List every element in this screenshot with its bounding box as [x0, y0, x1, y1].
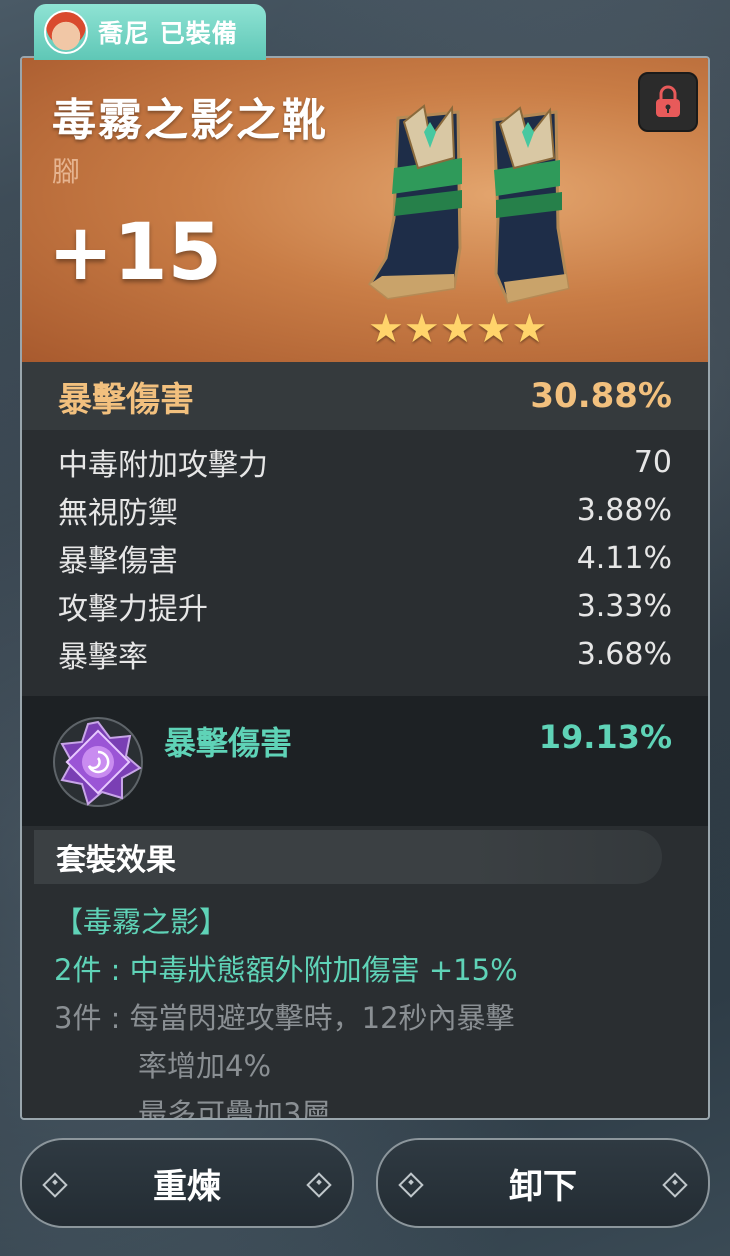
item-header: 毒霧之影之靴 腳 +15 ★ ★ ★ ★ ★ [22, 58, 708, 362]
star-icon: ★ [403, 306, 440, 352]
sub-stat-row: 暴擊率 3.68% [22, 630, 708, 678]
sub-stat-value: 70 [633, 444, 672, 480]
star-rating: ★ ★ ★ ★ ★ [368, 306, 547, 352]
diamond-icon [662, 1172, 688, 1198]
item-slot: 腳 [52, 155, 81, 188]
character-avatar [44, 10, 88, 54]
equipped-tag: 喬尼 已裝備 [34, 4, 266, 60]
sub-stat-row: 暴擊傷害 4.11% [22, 534, 708, 582]
sub-stat-label: 暴擊傷害 [58, 544, 178, 579]
equipment-detail-panel: 毒霧之影之靴 腳 +15 ★ ★ ★ ★ ★ 暴擊傷害 30.88% 中毒附加攻… [20, 56, 710, 1120]
star-icon: ★ [439, 306, 476, 352]
set-stat-value: 19.13% [538, 718, 672, 756]
sub-stat-label: 暴擊率 [58, 640, 148, 675]
star-icon: ★ [368, 306, 404, 352]
three-piece-line: 率增加4% [138, 1049, 272, 1083]
diamond-icon [306, 1172, 332, 1198]
sub-stat-value: 3.88% [576, 492, 672, 528]
sub-stat-row: 無視防禦 3.88% [22, 486, 708, 534]
set-stat-row: 暴擊傷害 19.13% [22, 696, 708, 826]
set-effect-header: 套裝效果 [34, 830, 662, 884]
sub-stat-label: 無視防禦 [58, 496, 178, 531]
set-effect-title: 套裝效果 [56, 843, 176, 878]
item-level: +15 [48, 208, 222, 298]
sub-stat-label: 攻擊力提升 [58, 592, 208, 627]
item-name: 毒霧之影之靴 [52, 95, 328, 146]
main-stat-value: 30.88% [530, 376, 672, 416]
star-icon: ★ [475, 306, 512, 352]
sub-stat-row: 中毒附加攻擊力 70 [22, 438, 708, 486]
set-name: 【毒霧之影】 [54, 905, 229, 939]
three-piece-line: 3件 : 每當閃避攻擊時，12秒內暴擊 [54, 1001, 515, 1035]
sub-stat-row: 攻擊力提升 3.33% [22, 582, 708, 630]
star-icon: ★ [511, 306, 548, 352]
set-effect-description: 【毒霧之影】 2件 : 中毒狀態額外附加傷害 +15% 3件 : 每當閃避攻擊時… [54, 898, 684, 1120]
diamond-icon [42, 1172, 68, 1198]
sub-stat-value: 3.68% [576, 636, 672, 672]
unequip-button[interactable]: 卸下 [376, 1138, 710, 1228]
diamond-icon [398, 1172, 424, 1198]
two-piece-effect: 2件 : 中毒狀態額外附加傷害 +15% [54, 953, 518, 987]
rune-icon [53, 717, 143, 807]
main-stat-label: 暴擊傷害 [58, 379, 194, 420]
sub-stat-value: 4.11% [576, 540, 672, 576]
unequip-button-label: 卸下 [509, 1166, 577, 1207]
sub-stat-value: 3.33% [576, 588, 672, 624]
three-piece-line: 最多可疊加3層 [138, 1097, 331, 1120]
refine-button-label: 重煉 [153, 1166, 221, 1207]
lock-icon [656, 85, 680, 117]
sub-stats-list: 中毒附加攻擊力 70 無視防禦 3.88% 暴擊傷害 4.11% 攻擊力提升 3… [22, 438, 708, 678]
refine-button[interactable]: 重煉 [20, 1138, 354, 1228]
set-stat-label: 暴擊傷害 [164, 724, 293, 762]
boots-image [368, 104, 570, 304]
main-stat-row: 暴擊傷害 30.88% [22, 362, 708, 430]
three-piece-effect: 3件 : 每當閃避攻擊時，12秒內暴擊 率增加4% 最多可疊加3層 [54, 994, 684, 1120]
equipped-tag-label: 喬尼 已裝備 [98, 19, 238, 48]
lock-button[interactable] [638, 72, 698, 132]
sub-stat-label: 中毒附加攻擊力 [58, 448, 268, 483]
